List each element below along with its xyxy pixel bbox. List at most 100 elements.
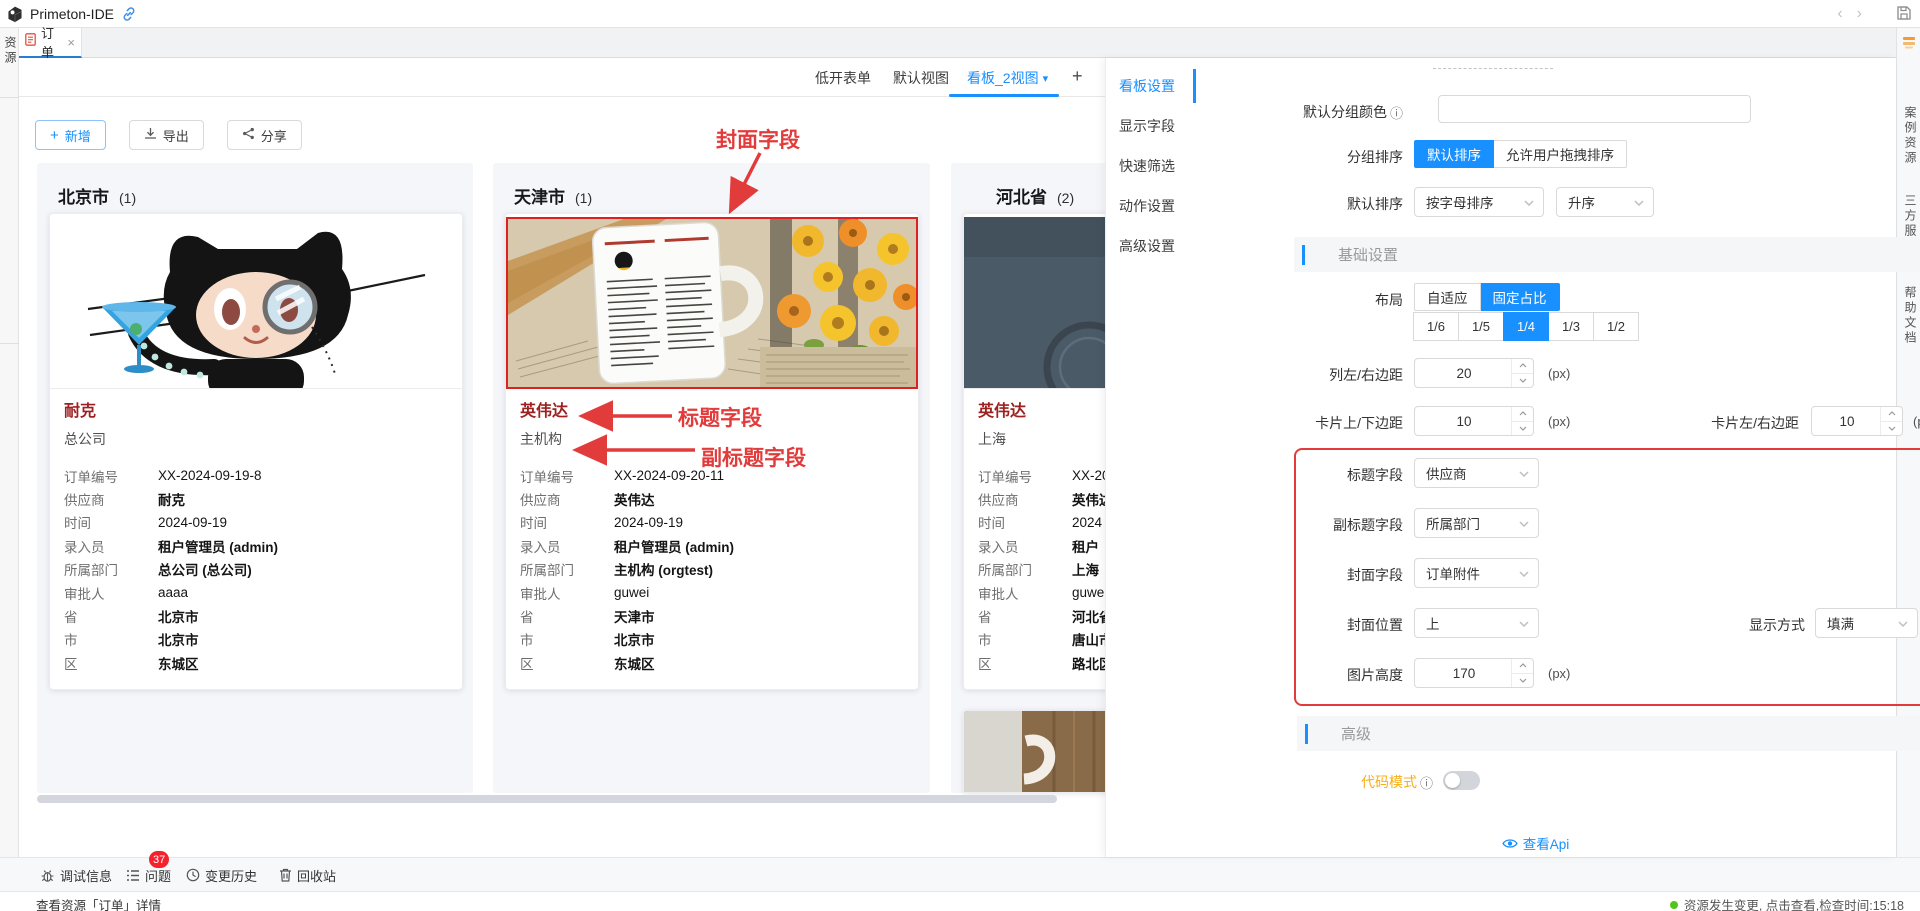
- field-value: 唐山市: [1072, 629, 1105, 649]
- image-height-input: [1414, 658, 1534, 688]
- nav-forward-icon[interactable]: ›: [1857, 5, 1862, 23]
- view-tab-default-view[interactable]: 默认视图: [893, 68, 949, 88]
- spinner-down-icon[interactable]: [1881, 422, 1902, 436]
- sidebar-item-case-resources[interactable]: 案例资源: [1902, 106, 1919, 166]
- spinner-up-icon[interactable]: [1512, 659, 1533, 674]
- tab-kanban-settings[interactable]: 看板设置: [1106, 66, 1196, 106]
- sort-order-select[interactable]: 升序: [1556, 187, 1654, 217]
- default-group-color-input[interactable]: [1438, 95, 1751, 123]
- ratio-1-2[interactable]: 1/2: [1593, 312, 1639, 341]
- column-count: (1): [119, 190, 136, 206]
- status-bar: 查看资源「订单」详情 资源发生变更, 点击查看,检查时间:15:18: [0, 891, 1920, 911]
- kanban-column-beijing: 北京市 (1): [37, 163, 473, 793]
- sidebar-item-help-docs[interactable]: 帮助文档: [1902, 286, 1919, 346]
- export-button[interactable]: 导出: [129, 120, 204, 150]
- cover-position-label: 封面位置: [1347, 615, 1403, 635]
- tab-display-fields[interactable]: 显示字段: [1106, 106, 1196, 146]
- download-icon: [144, 127, 157, 143]
- spinner-down-icon[interactable]: [1512, 422, 1533, 436]
- horizontal-scrollbar[interactable]: [37, 795, 1090, 803]
- card-hmargin-label: 卡片左/右边距: [1711, 413, 1799, 433]
- field-label: 录入员: [978, 536, 1072, 556]
- ratio-1-6[interactable]: 1/6: [1413, 312, 1459, 341]
- spinner-down-icon[interactable]: [1512, 674, 1533, 688]
- spinner-up-icon[interactable]: [1512, 407, 1533, 422]
- field-value: 上海: [1072, 559, 1099, 579]
- column-title: 天津市: [514, 183, 565, 208]
- ratio-1-5[interactable]: 1/5: [1458, 312, 1504, 341]
- field-value: 天津市: [614, 606, 655, 626]
- status-right[interactable]: 资源发生变更, 点击查看,检查时间:15:18: [1670, 895, 1904, 911]
- column-count: (2): [1057, 190, 1074, 206]
- view-api-link[interactable]: 查看Api: [1196, 833, 1875, 853]
- title-field-label: 标题字段: [1347, 465, 1403, 485]
- view-tab-kanban2-view[interactable]: 看板_2视图 ▾: [967, 68, 1048, 88]
- left-rail: 资源: [0, 28, 19, 857]
- sort-field-select[interactable]: 按字母排序: [1414, 187, 1544, 217]
- field-label: 审批人: [520, 583, 614, 603]
- list-icon: [126, 869, 140, 882]
- field-value: 河北省: [1072, 606, 1105, 626]
- field-value: 总公司 (总公司): [158, 559, 252, 579]
- field-value: 北京市: [614, 629, 655, 649]
- cover-field-select[interactable]: 订单附件: [1414, 558, 1539, 588]
- debug-info-button[interactable]: 调试信息: [40, 858, 112, 892]
- share-button[interactable]: 分享: [227, 120, 302, 150]
- code-mode-toggle[interactable]: [1443, 771, 1480, 790]
- add-button[interactable]: + 新增: [35, 120, 106, 150]
- spinner: [1511, 407, 1533, 435]
- save-icon[interactable]: [1896, 5, 1912, 26]
- tab-quick-filter[interactable]: 快速筛选: [1106, 146, 1196, 186]
- add-view-button[interactable]: +: [1072, 66, 1083, 87]
- title-field-select[interactable]: 供应商: [1414, 458, 1539, 488]
- layout-auto-option[interactable]: 自适应: [1414, 283, 1481, 311]
- layout-mode-buttons: 自适应 固定占比: [1414, 283, 1560, 311]
- field-label: 审批人: [978, 583, 1072, 603]
- card-subtitle: 上海: [978, 431, 1105, 448]
- nav-back-icon[interactable]: ‹: [1837, 5, 1842, 23]
- card-title: 耐克: [64, 402, 448, 421]
- field-value: 北京市: [158, 606, 199, 626]
- spinner-up-icon[interactable]: [1881, 407, 1902, 422]
- annotation-subtitle-field: 副标题字段: [701, 442, 806, 472]
- order-card-nvidia-hebei[interactable]: 英伟达 上海 订单编号XX-2024 供应商英伟达 时间2024 录入员租户 所…: [963, 213, 1105, 690]
- unit-px: (px): [1548, 666, 1570, 681]
- field-label: 市: [520, 629, 614, 649]
- kanban-column-tianjin: 天津市 (1): [493, 163, 930, 793]
- view-tab-lowcode-form[interactable]: 低开表单: [815, 68, 871, 88]
- ratio-1-3[interactable]: 1/3: [1548, 312, 1594, 341]
- spinner-up-icon[interactable]: [1512, 359, 1533, 374]
- divider: [0, 97, 19, 98]
- spinner-down-icon[interactable]: [1512, 374, 1533, 388]
- issues-count-badge: 37: [149, 851, 169, 868]
- tab-action-settings[interactable]: 动作设置: [1106, 186, 1196, 226]
- close-icon[interactable]: ×: [67, 35, 75, 50]
- field-value: 英伟达: [614, 489, 655, 509]
- default-sort-option[interactable]: 默认排序: [1414, 140, 1494, 168]
- sidebar-item-resources[interactable]: 资源: [2, 36, 19, 66]
- user-drag-sort-option[interactable]: 允许用户拖拽排序: [1494, 140, 1627, 168]
- card-fields: 订单编号XX-2024-09-19-8 供应商耐克 时间2024-09-19 录…: [64, 464, 448, 675]
- field-value: 耐克: [158, 489, 185, 509]
- scrollbar-thumb[interactable]: [37, 795, 1057, 803]
- link-icon[interactable]: [121, 6, 137, 22]
- tab-order[interactable]: 订单 ×: [19, 28, 82, 58]
- change-history-button[interactable]: 变更历史: [186, 858, 257, 892]
- subtitle-field-select[interactable]: 所属部门: [1414, 508, 1539, 538]
- layout-fixed-ratio-option[interactable]: 固定占比: [1481, 283, 1560, 311]
- card-cover-dark-image: [964, 217, 1105, 389]
- panel-stack-icon[interactable]: [1902, 35, 1916, 54]
- primeton-ide-window: Primeton-IDE ‹ › 订单 × 资源 案例资源: [0, 0, 1920, 911]
- tab-advanced-settings[interactable]: 高级设置: [1106, 226, 1196, 266]
- field-label: 省: [64, 606, 158, 626]
- field-value: 2024-09-19: [614, 515, 683, 530]
- display-mode-select[interactable]: 填满: [1815, 608, 1918, 638]
- recycle-bin-button[interactable]: 回收站: [279, 858, 336, 892]
- order-card-nike[interactable]: 耐克 总公司 订单编号XX-2024-09-19-8 供应商耐克 时间2024-…: [49, 213, 463, 690]
- order-card-partial[interactable]: [963, 710, 1105, 793]
- action-buttons: + 新增 导出 分享: [35, 120, 302, 150]
- card-cover-mug-image: [506, 217, 918, 389]
- field-value: 英伟达: [1072, 489, 1105, 509]
- ratio-1-4[interactable]: 1/4: [1503, 312, 1549, 341]
- cover-position-select[interactable]: 上: [1414, 608, 1539, 638]
